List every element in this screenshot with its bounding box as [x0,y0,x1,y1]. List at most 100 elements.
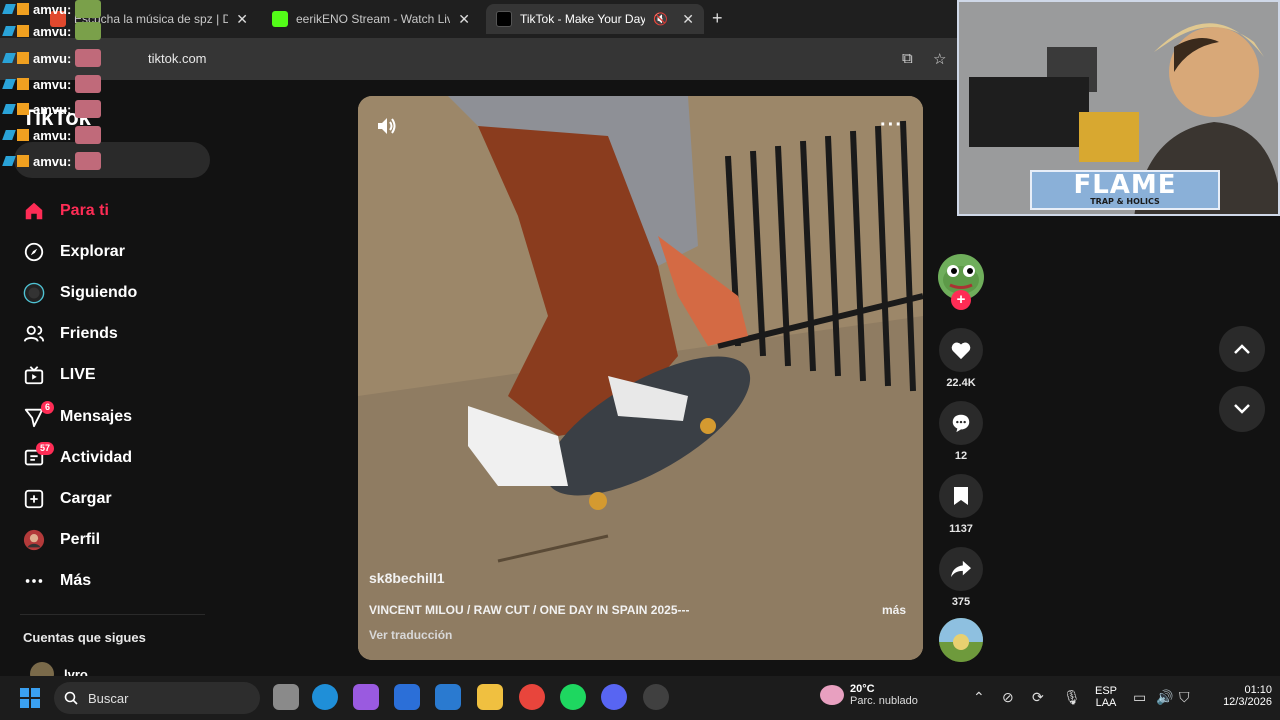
outlook-icon[interactable] [435,684,461,710]
next-video-button[interactable] [1219,386,1265,432]
chat-message: amvu: [2,152,102,170]
windows-start-icon[interactable] [20,688,40,713]
sidebar-item-label: Cargar [60,489,112,507]
microphone-icon[interactable]: 🎙 [1063,689,1081,706]
taskbar-search[interactable]: Buscar [54,682,260,714]
save-count: 1137 [949,523,973,535]
microsoft-store-icon[interactable] [394,684,420,710]
sidebar-item-mas[interactable]: Más [20,561,210,602]
sub-badge-icon [17,25,29,37]
taskbar-search-label: Buscar [88,690,129,706]
tab-tiktok[interactable]: TikTok - Make Your Day 🔇 ✕ [486,4,704,34]
sidebar-item-actividad[interactable]: 57 Actividad [20,437,210,478]
messages-icon: 6 [20,400,54,431]
edge-browser-icon[interactable] [312,684,338,710]
video-more-options-icon[interactable]: ··· [880,114,903,137]
sidebar-item-mensajes[interactable]: 6 Mensajes [20,396,210,437]
activity-badge: 57 [35,441,54,455]
url-field[interactable]: tiktok.com [148,51,207,66]
tab-kick-stream[interactable]: eerikENO Stream - Watch Live o ✕ [262,4,480,34]
sub-badge-icon [17,103,29,115]
tiktok-favicon-icon [496,11,512,27]
weather-widget[interactable]: 20°C Parc. nublado [820,683,918,707]
sidebar-item-cargar[interactable]: Cargar [20,478,210,519]
chat-username: amvu: [33,1,72,17]
clock-date: 12/3/2026 [1223,696,1272,708]
comment-button[interactable] [939,401,983,445]
chrome-icon[interactable] [519,684,545,710]
chat-username: amvu: [33,50,72,66]
sidebar-item-siguiendo[interactable]: Siguiendo [20,272,210,313]
follow-plus-icon[interactable]: + [951,290,971,310]
sidebar-item-friends[interactable]: Friends [20,314,210,355]
sub-badge-icon [17,155,29,167]
new-tab-button[interactable]: + [712,8,723,29]
chat-username: amvu: [33,23,72,39]
video-author[interactable]: sk8bechill1 [369,570,445,586]
following-accounts-title: Cuentas que sigues [23,630,146,645]
tab-title: TikTok - Make Your Day [520,12,646,26]
sidebar-item-perfil[interactable]: Perfil [20,520,210,561]
emote-icon [75,0,102,18]
spotify-icon[interactable] [560,684,586,710]
sub-badge-icon [17,78,29,90]
tray-overflow-chevron-icon[interactable]: ⌃ [973,689,985,706]
like-button[interactable] [939,328,983,372]
network-icon[interactable]: ▭ [1133,689,1146,706]
install-app-icon[interactable]: ⧉ [902,50,913,67]
verified-badge-icon [2,104,16,114]
volume-icon[interactable] [376,116,398,141]
close-tab-icon[interactable]: ✕ [236,11,248,28]
music-disc-icon[interactable] [939,618,983,662]
emote-icon [75,22,102,40]
sidebar-item-para-ti[interactable]: Para ti [20,190,210,231]
kick-favicon-icon [272,11,288,27]
emote-icon [75,126,102,144]
video-player[interactable]: ··· sk8bechill1 VINCENT MILOU / RAW CUT … [358,96,923,660]
emote-icon [75,152,102,170]
sub-badge-icon [17,52,29,64]
obs-icon[interactable] [643,684,669,710]
tray-app-icon[interactable]: ⊘ [1002,689,1014,706]
windows-taskbar: Buscar 20°C Parc. nublado ⌃ ⊘ ⟳ 🎙 ESP LA… [0,676,1280,720]
close-tab-icon[interactable]: ✕ [682,11,694,28]
task-view-icon[interactable] [273,684,299,710]
sidebar-item-label: Explorar [60,242,125,260]
tab-audio-icon[interactable]: 🔇 [653,12,668,26]
heart-icon [951,342,971,360]
sidebar-item-explorar[interactable]: Explorar [20,231,210,272]
tab-title: eerikENO Stream - Watch Live o [296,12,451,26]
description-more-link[interactable]: más [882,603,906,617]
chat-username: amvu: [33,153,72,169]
language-code: ESP [1094,685,1117,697]
discord-icon[interactable] [601,684,627,710]
profile-avatar-icon [20,526,48,554]
copilot-icon[interactable] [353,684,379,710]
sub-badge-icon [17,3,29,15]
translate-link[interactable]: Ver traducción [369,628,452,642]
share-count: 375 [951,596,971,608]
clock-time: 01:10 [1244,684,1272,696]
following-icon [20,279,48,307]
bookmark-star-icon[interactable]: ☆ [933,50,946,68]
clock[interactable]: 01:10 12/3/2026 [1212,684,1272,708]
sidebar-item-live[interactable]: LIVE [20,355,210,396]
input-language[interactable]: ESP LAA [1094,685,1118,709]
file-explorer-icon[interactable] [477,684,503,710]
close-tab-icon[interactable]: ✕ [458,11,470,28]
volume-tray-icon[interactable]: 🔊 [1156,689,1173,706]
verified-badge-icon [2,130,16,140]
emote-icon [75,49,102,67]
chat-message: amvu: [2,0,102,18]
share-button[interactable] [939,547,983,591]
save-button[interactable] [939,474,983,518]
sidebar-item-label: Siguiendo [60,283,138,301]
weather-temperature: 20°C [850,683,875,695]
sync-icon[interactable]: ⟳ [1032,689,1044,706]
stream-brand-subtitle: TRAP & HOLICS [1090,197,1160,206]
battery-icon[interactable]: ⛉ [1179,689,1190,706]
chevron-down-icon [1234,404,1250,414]
previous-video-button[interactable] [1219,326,1265,372]
sidebar-nav: Para ti Explorar Siguiendo Friends LIVE [20,190,210,602]
sidebar-item-label: LIVE [60,366,96,384]
